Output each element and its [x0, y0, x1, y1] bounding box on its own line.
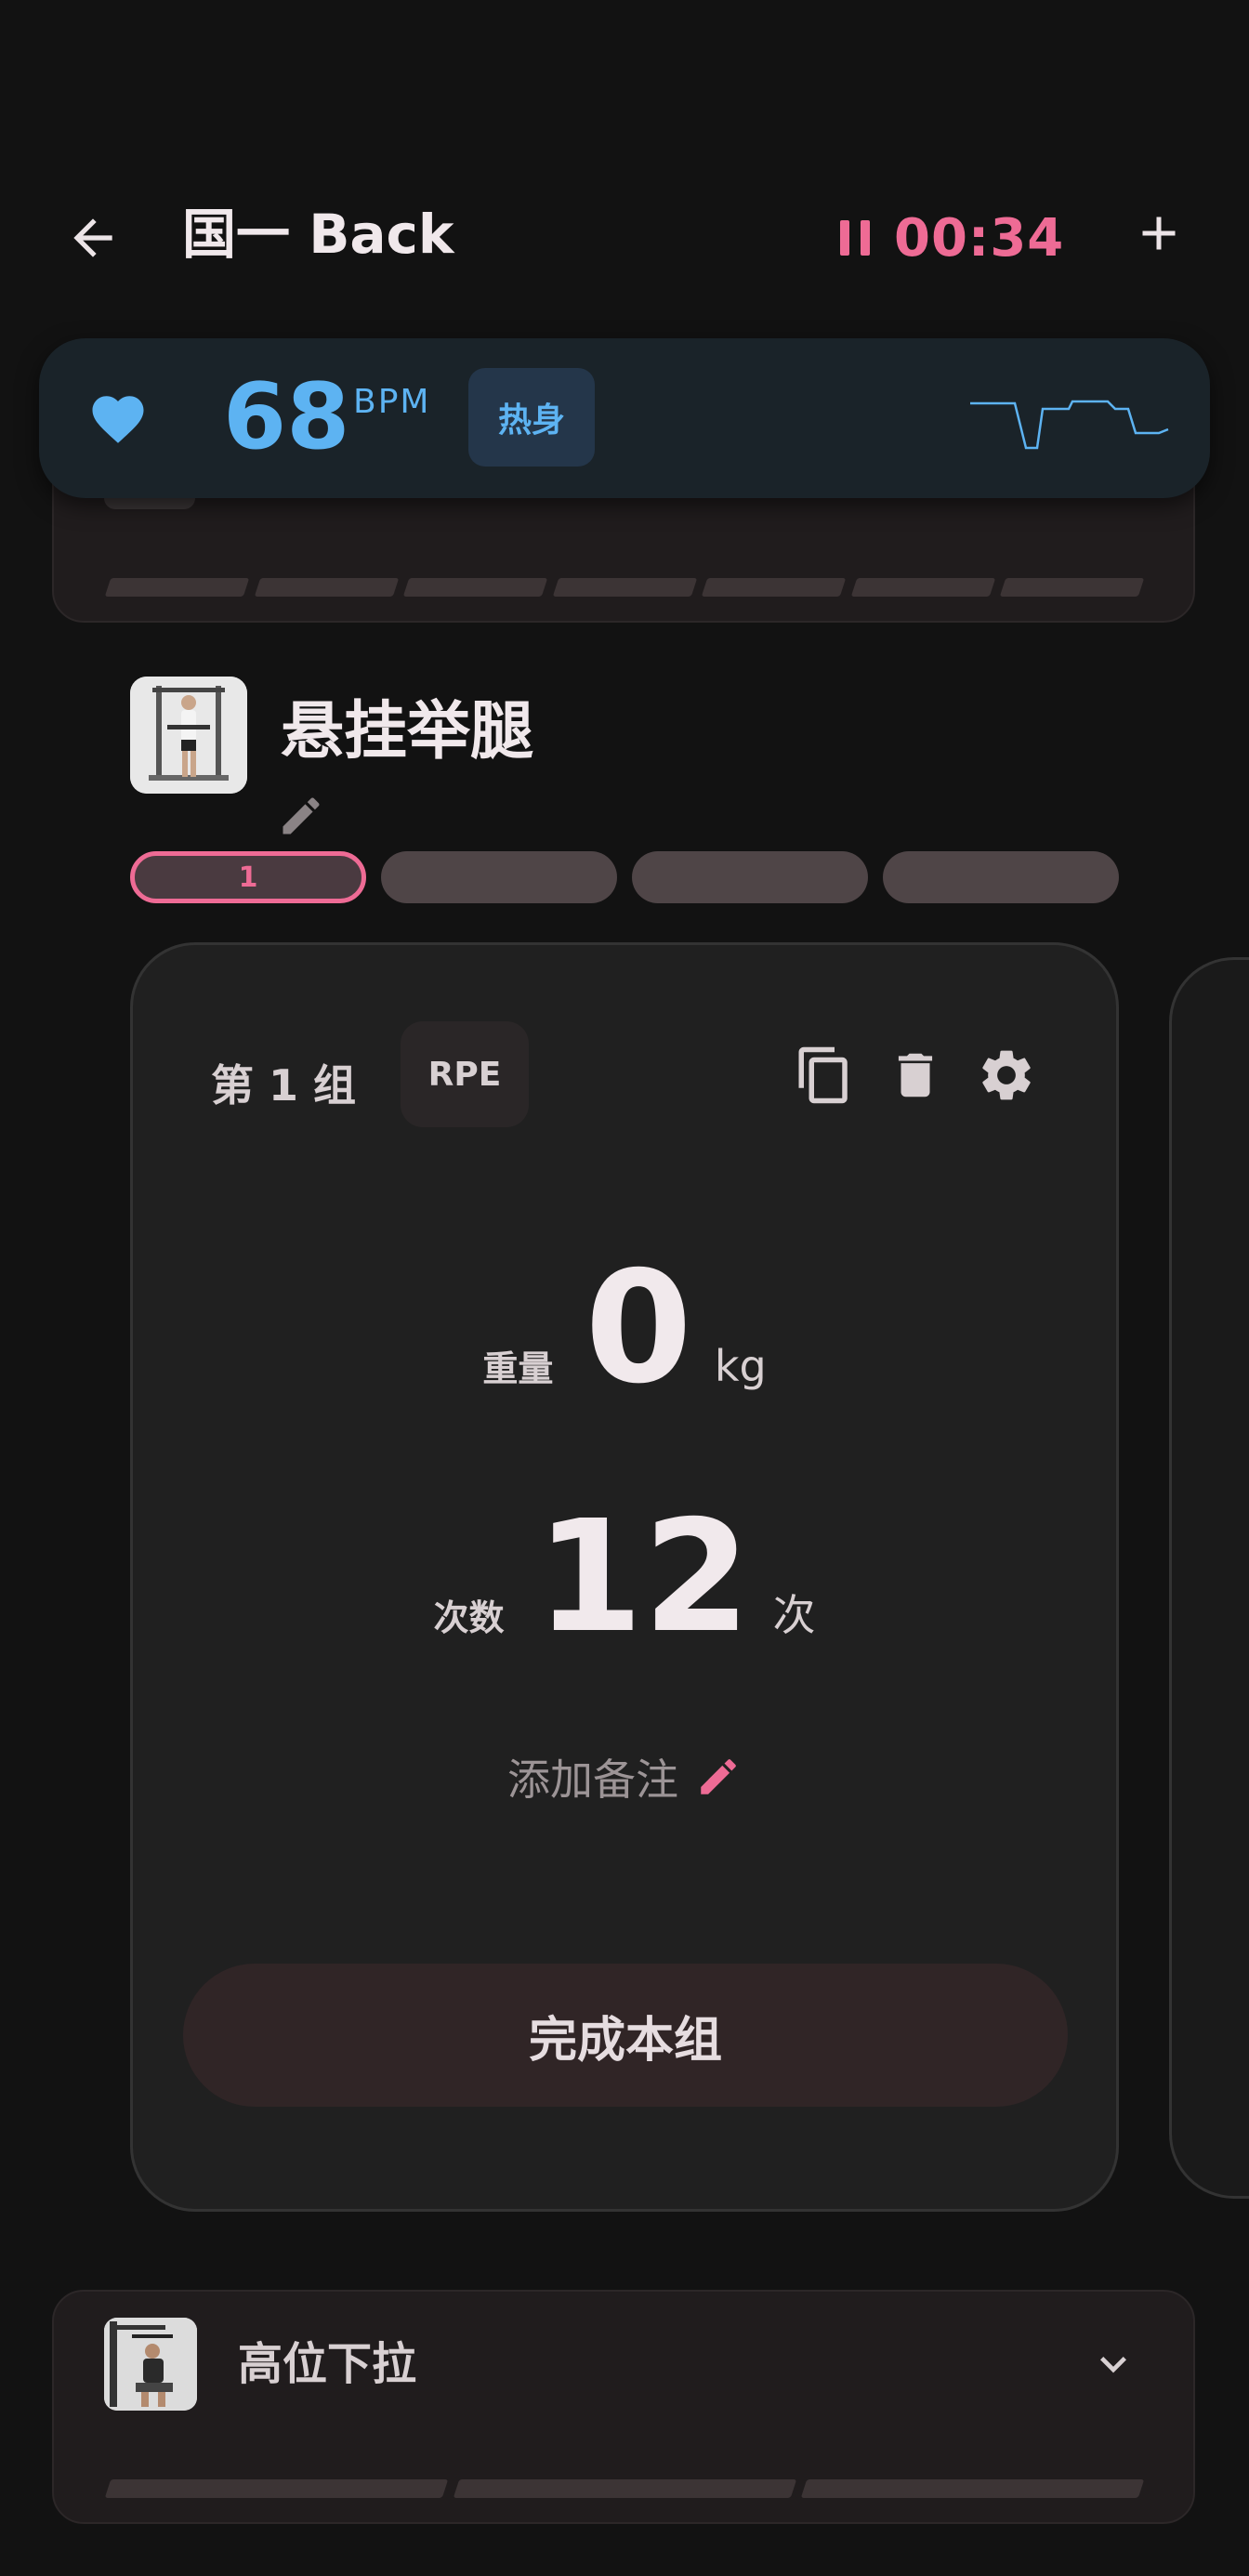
page-title: 国一 Back	[182, 203, 454, 266]
set-progress-segment	[702, 578, 847, 597]
lat-pulldown-image	[104, 2318, 197, 2411]
set-progress-segment	[104, 578, 249, 597]
heart-rate-zone-badge: 热身	[468, 368, 595, 467]
set-progress-segment	[552, 578, 697, 597]
trash-icon	[898, 1053, 933, 1097]
exercise-thumbnail[interactable]	[130, 677, 247, 794]
set-tab-1[interactable]: 1	[130, 851, 366, 903]
arrow-back-icon	[73, 218, 112, 257]
workout-timer[interactable]: 00:34	[840, 199, 1064, 277]
back-button[interactable]	[54, 199, 132, 277]
pencil-icon	[701, 1759, 736, 1794]
set-number-label: 第 1 组	[211, 1060, 357, 1111]
add-exercise-button[interactable]	[1119, 193, 1199, 273]
set-tab-4[interactable]	[883, 851, 1119, 903]
rpe-button[interactable]: RPE	[401, 1021, 529, 1127]
heart-rate-unit: BPM	[353, 383, 431, 421]
reps-value[interactable]: 12	[536, 1501, 751, 1655]
pencil-icon	[283, 797, 320, 835]
set-progress-segment	[1000, 578, 1145, 597]
set-progress-segment	[453, 2479, 796, 2498]
add-note-button[interactable]: 添加备注	[133, 1746, 1116, 1807]
weight-metric[interactable]: 重量 0 kg	[133, 1252, 1116, 1406]
heart-rate-banner[interactable]: 68 BPM 热身	[39, 338, 1210, 498]
set-card: 第 1 组 RPE 重量 0 kg 次数 12 次 添加备注 完成本组	[130, 942, 1119, 2212]
weight-value[interactable]: 0	[585, 1252, 692, 1406]
set-progress-segment	[254, 578, 399, 597]
exercise-name: 悬挂举腿	[281, 695, 534, 769]
heart-rate-value: 68	[223, 364, 350, 470]
heart-rate-sparkline	[970, 400, 1169, 450]
timer-text: 00:34	[894, 207, 1065, 269]
reps-label: 次数	[433, 1597, 505, 1638]
weight-label: 重量	[482, 1348, 554, 1389]
exercise-thumbnail	[104, 2318, 197, 2411]
set-progress-bar	[104, 578, 1145, 597]
weight-unit: kg	[714, 1341, 767, 1391]
next-exercise-name: 高位下拉	[238, 2338, 417, 2390]
copy-set-button[interactable]	[791, 1042, 858, 1109]
set-progress-segment	[104, 2479, 448, 2498]
next-exercise-card[interactable]: 高位下拉	[52, 2290, 1195, 2524]
set-progress-segment	[850, 578, 995, 597]
set-progress-bar	[104, 2479, 1145, 2498]
complete-set-button[interactable]: 完成本组	[183, 1964, 1068, 2107]
pause-icon	[840, 220, 870, 256]
hanging-leg-raise-image	[130, 677, 247, 794]
edit-exercise-button[interactable]	[277, 792, 325, 840]
set-tabs: 1	[130, 851, 1119, 903]
set-progress-segment	[801, 2479, 1145, 2498]
delete-set-button[interactable]	[882, 1042, 949, 1109]
next-set-card-edge[interactable]	[1169, 957, 1249, 2199]
plus-icon	[1142, 217, 1176, 250]
copy-icon	[798, 1046, 848, 1104]
set-tab-2[interactable]	[381, 851, 617, 903]
reps-unit: 次	[772, 1590, 816, 1640]
gear-icon	[982, 1050, 1031, 1100]
expand-button[interactable]	[1087, 2338, 1139, 2390]
reps-metric[interactable]: 次数 12 次	[133, 1501, 1116, 1655]
set-progress-segment	[402, 578, 547, 597]
add-note-label: 添加备注	[507, 1755, 678, 1805]
set-tab-3[interactable]	[632, 851, 868, 903]
heart-icon	[92, 396, 144, 443]
set-settings-button[interactable]	[973, 1042, 1040, 1109]
chevron-down-icon	[1100, 2357, 1126, 2373]
